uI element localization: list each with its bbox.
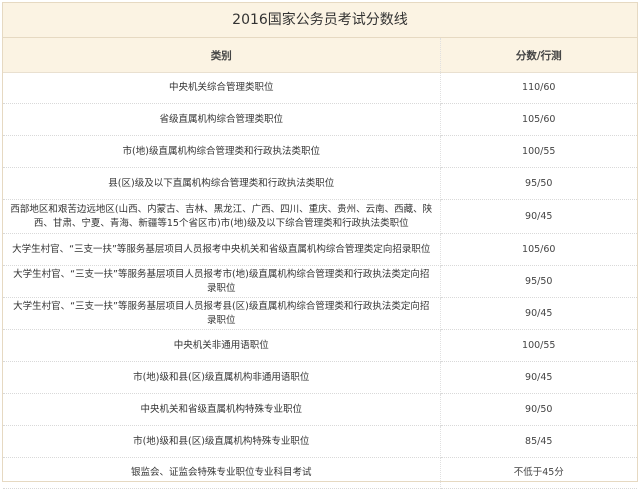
table-row: 中央机关综合管理类职位 110/60: [3, 72, 637, 104]
header-score: 分数/行测: [440, 38, 637, 73]
row-category: 市(地)级直属机构综合管理类和行政执法类职位: [3, 135, 441, 168]
table-body: 中央机关综合管理类职位 110/60 省级直属机构综合管理类职位 105/60 市(地)…: [3, 72, 637, 489]
score-table: 类别 分数/行测 中央机关综合管理类职位 110/60 省级直属机构综合管理类职位 1…: [3, 38, 637, 489]
row-score: 90/45: [440, 297, 637, 330]
table-row: 县(区)级及以下直属机构综合管理类和行政执法类职位 95/50: [3, 167, 637, 200]
table-row: 大学生村官、“三支一扶”等服务基层项目人员报考市(地)级直属机构综合管理类和行政…: [3, 265, 637, 298]
table-row: 市(地)级直属机构综合管理类和行政执法类职位 100/55: [3, 135, 637, 168]
row-score: 不低于45分: [440, 457, 637, 489]
row-score: 100/55: [440, 329, 637, 362]
row-category: 中央机关综合管理类职位: [3, 72, 441, 104]
row-category: 银监会、证监会特殊专业职位专业科目考试: [3, 457, 441, 489]
row-category: 中央机关非通用语职位: [3, 329, 441, 362]
row-category: 市(地)级和县(区)级直属机构特殊专业职位: [3, 425, 441, 458]
row-category: 大学生村官、“三支一扶”等服务基层项目人员报考中央机关和省级直属机构综合管理类定…: [3, 233, 441, 266]
row-score: 100/55: [440, 135, 637, 168]
row-score: 110/60: [440, 72, 637, 104]
table-row: 大学生村官、“三支一扶”等服务基层项目人员报考中央机关和省级直属机构综合管理类定…: [3, 233, 637, 266]
table-row: 银监会、证监会特殊专业职位专业科目考试 不低于45分: [3, 457, 637, 489]
row-category: 中央机关和省级直属机构特殊专业职位: [3, 393, 441, 426]
row-score: 90/45: [440, 361, 637, 394]
row-category: 大学生村官、“三支一扶”等服务基层项目人员报考市(地)级直属机构综合管理类和行政…: [3, 265, 441, 298]
row-category: 大学生村官、“三支一扶”等服务基层项目人员报考县(区)级直属机构综合管理类和行政…: [3, 297, 441, 330]
row-category: 西部地区和艰苦边远地区(山西、内蒙古、吉林、黑龙江、广西、四川、重庆、贵州、云南…: [3, 199, 441, 234]
table-row: 中央机关和省级直属机构特殊专业职位 90/50: [3, 393, 637, 426]
score-table-panel: 2016国家公务员考试分数线 类别 分数/行测 中央机关综合管理类职位 110/6…: [2, 2, 638, 489]
row-category: 省级直属机构综合管理类职位: [3, 103, 441, 136]
row-score: 90/50: [440, 393, 637, 426]
row-score: 105/60: [440, 233, 637, 266]
row-category: 市(地)级和县(区)级直属机构非通用语职位: [3, 361, 441, 394]
row-score: 95/50: [440, 167, 637, 200]
table-row: 大学生村官、“三支一扶”等服务基层项目人员报考县(区)级直属机构综合管理类和行政…: [3, 297, 637, 330]
table-row: 省级直属机构综合管理类职位 105/60: [3, 103, 637, 136]
table-row: 市(地)级和县(区)级直属机构非通用语职位 90/45: [3, 361, 637, 394]
row-score: 105/60: [440, 103, 637, 136]
row-score: 90/45: [440, 199, 637, 234]
header-category: 类别: [3, 38, 441, 73]
row-score: 85/45: [440, 425, 637, 458]
row-category: 县(区)级及以下直属机构综合管理类和行政执法类职位: [3, 167, 441, 200]
table-row: 市(地)级和县(区)级直属机构特殊专业职位 85/45: [3, 425, 637, 458]
table-row: 西部地区和艰苦边远地区(山西、内蒙古、吉林、黑龙江、广西、四川、重庆、贵州、云南…: [3, 199, 637, 234]
table-header-row: 类别 分数/行测: [3, 38, 637, 73]
table-title: 2016国家公务员考试分数线: [3, 3, 637, 38]
table-row: 中央机关非通用语职位 100/55: [3, 329, 637, 362]
row-score: 95/50: [440, 265, 637, 298]
